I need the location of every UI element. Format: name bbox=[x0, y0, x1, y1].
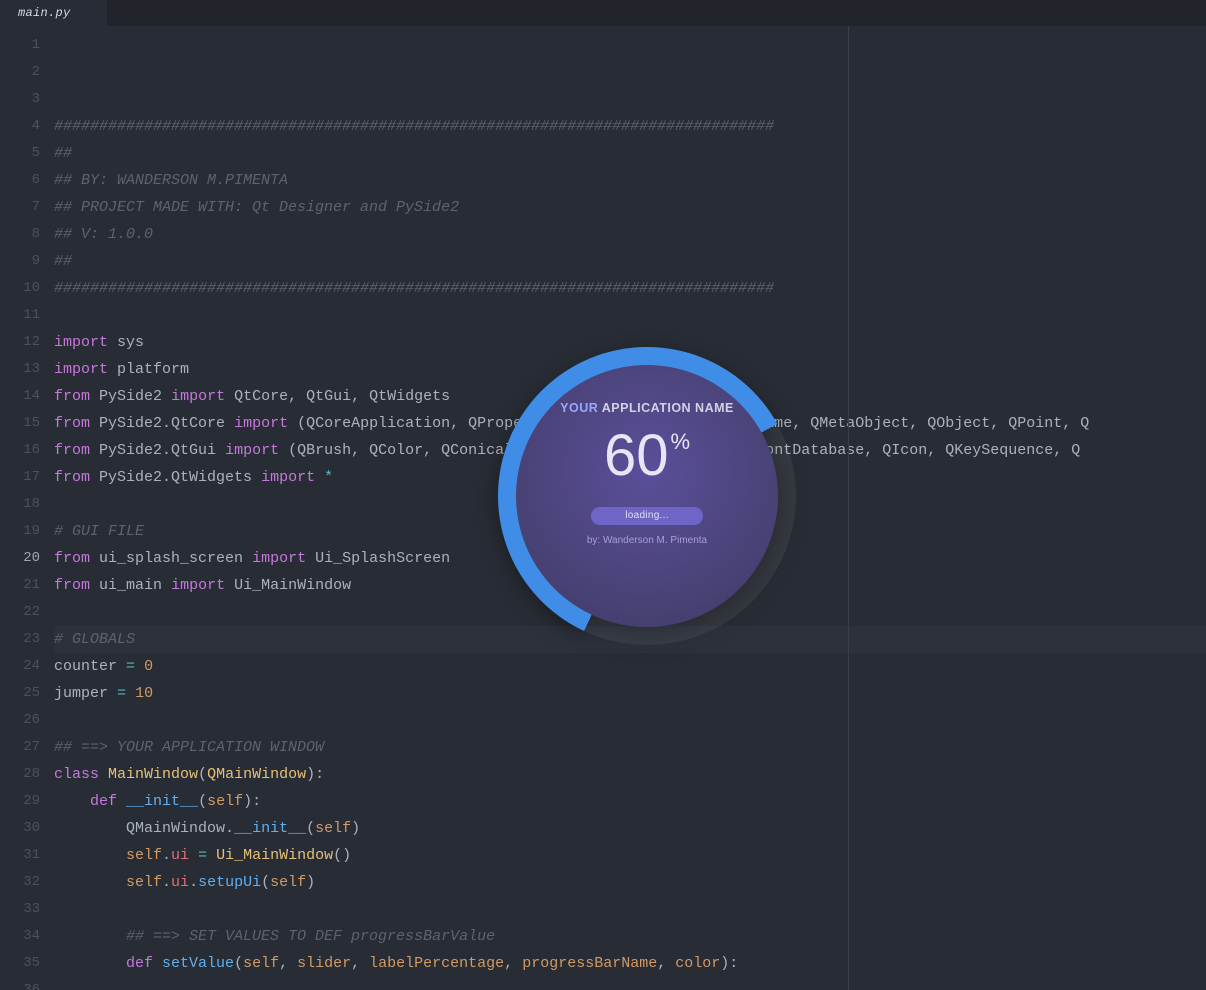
code-line bbox=[54, 707, 1206, 734]
line-number: 18 bbox=[0, 491, 40, 518]
line-number: 34 bbox=[0, 923, 40, 950]
code-line: counter = 0 bbox=[54, 653, 1206, 680]
tab-bar: main.py bbox=[0, 0, 1206, 26]
line-number: 14 bbox=[0, 383, 40, 410]
code-line: self.ui = Ui_MainWindow() bbox=[54, 842, 1206, 869]
line-number: 27 bbox=[0, 734, 40, 761]
tab-main-py[interactable]: main.py bbox=[0, 0, 107, 26]
code-line: def __init__(self): bbox=[54, 788, 1206, 815]
line-number: 26 bbox=[0, 707, 40, 734]
line-number: 35 bbox=[0, 950, 40, 977]
line-number: 4 bbox=[0, 113, 40, 140]
line-number: 11 bbox=[0, 302, 40, 329]
line-number: 31 bbox=[0, 842, 40, 869]
line-number: 32 bbox=[0, 869, 40, 896]
splash-screen: YOUR APPLICATION NAME 60% loading... by:… bbox=[498, 347, 796, 645]
line-number: 6 bbox=[0, 167, 40, 194]
line-number: 24 bbox=[0, 653, 40, 680]
line-number: 33 bbox=[0, 896, 40, 923]
code-line: class MainWindow(QMainWindow): bbox=[54, 761, 1206, 788]
code-line bbox=[54, 896, 1206, 923]
code-line: ## V: 1.0.0 bbox=[54, 221, 1206, 248]
code-line: ## PROJECT MADE WITH: Qt Designer and Py… bbox=[54, 194, 1206, 221]
line-number: 13 bbox=[0, 356, 40, 383]
line-number: 23 bbox=[0, 626, 40, 653]
column-ruler bbox=[848, 26, 849, 990]
line-number: 9 bbox=[0, 248, 40, 275]
line-number: 25 bbox=[0, 680, 40, 707]
code-line: ## bbox=[54, 248, 1206, 275]
code-line: ## BY: WANDERSON M.PIMENTA bbox=[54, 167, 1206, 194]
line-number: 16 bbox=[0, 437, 40, 464]
progress-ring: YOUR APPLICATION NAME 60% loading... by:… bbox=[498, 347, 796, 645]
line-number: 29 bbox=[0, 788, 40, 815]
code-line: self.ui.setupUi(self) bbox=[54, 869, 1206, 896]
code-line: ########################################… bbox=[54, 275, 1206, 302]
line-number: 30 bbox=[0, 815, 40, 842]
loading-pill: loading... bbox=[591, 507, 703, 525]
line-number: 12 bbox=[0, 329, 40, 356]
code-line: def setValue(self, slider, labelPercenta… bbox=[54, 950, 1206, 977]
line-number: 7 bbox=[0, 194, 40, 221]
line-number: 2 bbox=[0, 59, 40, 86]
splash-title-strong: YOUR bbox=[560, 401, 598, 415]
line-number: 17 bbox=[0, 464, 40, 491]
code-line: ## ==> SET VALUES TO DEF progressBarValu… bbox=[54, 923, 1206, 950]
splash-percent-value: 60 bbox=[604, 427, 669, 485]
code-line bbox=[54, 977, 1206, 990]
line-number: 15 bbox=[0, 410, 40, 437]
line-number: 22 bbox=[0, 599, 40, 626]
line-number: 19 bbox=[0, 518, 40, 545]
splash-percentage: 60% bbox=[604, 427, 690, 485]
splash-title: YOUR APPLICATION NAME bbox=[560, 401, 734, 415]
code-line bbox=[54, 302, 1206, 329]
line-number: 5 bbox=[0, 140, 40, 167]
code-line: ########################################… bbox=[54, 113, 1206, 140]
splash-percent-unit: % bbox=[670, 431, 690, 453]
splash-inner-circle: YOUR APPLICATION NAME 60% loading... by:… bbox=[516, 365, 778, 627]
line-number: 20 bbox=[0, 545, 40, 572]
line-number: 3 bbox=[0, 86, 40, 113]
line-number: 8 bbox=[0, 221, 40, 248]
line-number: 21 bbox=[0, 572, 40, 599]
line-number-gutter: 1234567891011121314151617181920212223242… bbox=[0, 26, 54, 990]
line-number: 28 bbox=[0, 761, 40, 788]
splash-title-rest: APPLICATION NAME bbox=[602, 401, 734, 415]
line-number: 1 bbox=[0, 32, 40, 59]
code-line: QMainWindow.__init__(self) bbox=[54, 815, 1206, 842]
line-number: 10 bbox=[0, 275, 40, 302]
code-line: ## ==> YOUR APPLICATION WINDOW bbox=[54, 734, 1206, 761]
code-line: ## bbox=[54, 140, 1206, 167]
splash-credit: by: Wanderson M. Pimenta bbox=[587, 535, 707, 546]
code-line: jumper = 10 bbox=[54, 680, 1206, 707]
line-number: 36 bbox=[0, 977, 40, 990]
